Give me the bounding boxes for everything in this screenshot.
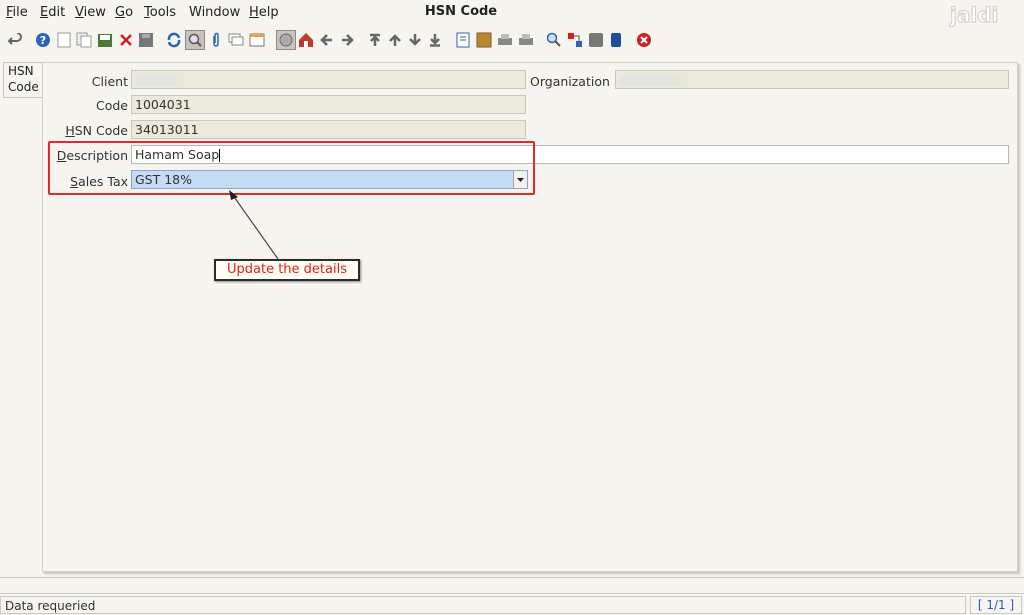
horizontal-scrollbar[interactable]: [0, 577, 1024, 594]
client-label: Client: [91, 74, 128, 89]
product-info-icon[interactable]: [607, 31, 625, 49]
status-message-box: [0, 596, 966, 614]
detail-record-icon[interactable]: [338, 31, 356, 49]
grid-toggle-icon[interactable]: [276, 30, 296, 50]
organization-value-redacted: [619, 75, 681, 86]
attachment-icon[interactable]: [207, 31, 225, 49]
undo-icon[interactable]: [6, 31, 24, 49]
previous-record-icon[interactable]: [386, 31, 404, 49]
status-message: Data requeried: [5, 599, 96, 613]
save-icon[interactable]: [137, 31, 155, 49]
print-preview-icon[interactable]: [496, 31, 514, 49]
tab-label-line1: HSN: [8, 64, 34, 78]
report-icon[interactable]: [454, 31, 472, 49]
annotation-highlight-box: [48, 141, 535, 195]
copy-record-icon[interactable]: [75, 31, 93, 49]
first-record-icon[interactable]: [366, 31, 384, 49]
record-count[interactable]: [ 1/1 ]: [970, 596, 1022, 614]
refresh-icon[interactable]: [165, 31, 183, 49]
close-window-icon[interactable]: [635, 31, 653, 49]
hsn-code-label: HSN Code: [65, 123, 128, 138]
client-field[interactable]: [131, 70, 526, 89]
find-icon[interactable]: [185, 30, 205, 50]
status-bar: Data requeried [ 1/1 ]: [0, 596, 1024, 615]
workflow-icon[interactable]: [566, 31, 584, 49]
request-icon[interactable]: [587, 31, 605, 49]
help-icon[interactable]: ?: [34, 31, 52, 49]
home-icon[interactable]: [297, 31, 315, 49]
jaldi-logo: jaldi: [948, 2, 999, 27]
zoom-across-icon[interactable]: [545, 31, 563, 49]
tab-label-line2: Code: [8, 80, 39, 94]
code-field[interactable]: 1004031: [131, 95, 526, 114]
parent-record-icon[interactable]: [318, 31, 336, 49]
print-icon[interactable]: [517, 31, 535, 49]
chat-icon[interactable]: [227, 31, 245, 49]
window-title: HSN Code: [424, 4, 498, 19]
delete-icon[interactable]: [117, 31, 135, 49]
client-value-redacted: [135, 75, 177, 86]
archive-icon[interactable]: [475, 31, 493, 49]
hsn-code-field[interactable]: 34013011: [131, 120, 526, 139]
svg-text:?: ?: [40, 34, 46, 47]
svg-text:jaldi: jaldi: [949, 3, 998, 27]
code-label: Code: [95, 98, 128, 113]
menu-bar: File Edit View Go Tools Window Help HSN …: [0, 0, 1024, 27]
annotation-arrow: [229, 190, 279, 260]
organization-field[interactable]: [615, 70, 1009, 89]
new-record-icon[interactable]: [55, 31, 73, 49]
last-record-icon[interactable]: [426, 31, 444, 49]
history-icon[interactable]: [248, 31, 266, 49]
annotation-callout: Update the details: [214, 259, 360, 281]
save-new-icon[interactable]: [96, 31, 114, 49]
next-record-icon[interactable]: [406, 31, 424, 49]
toolbar: ?: [0, 28, 1024, 54]
organization-label: Organization: [530, 74, 610, 89]
tab-hsn-code[interactable]: HSN Code: [3, 62, 42, 98]
